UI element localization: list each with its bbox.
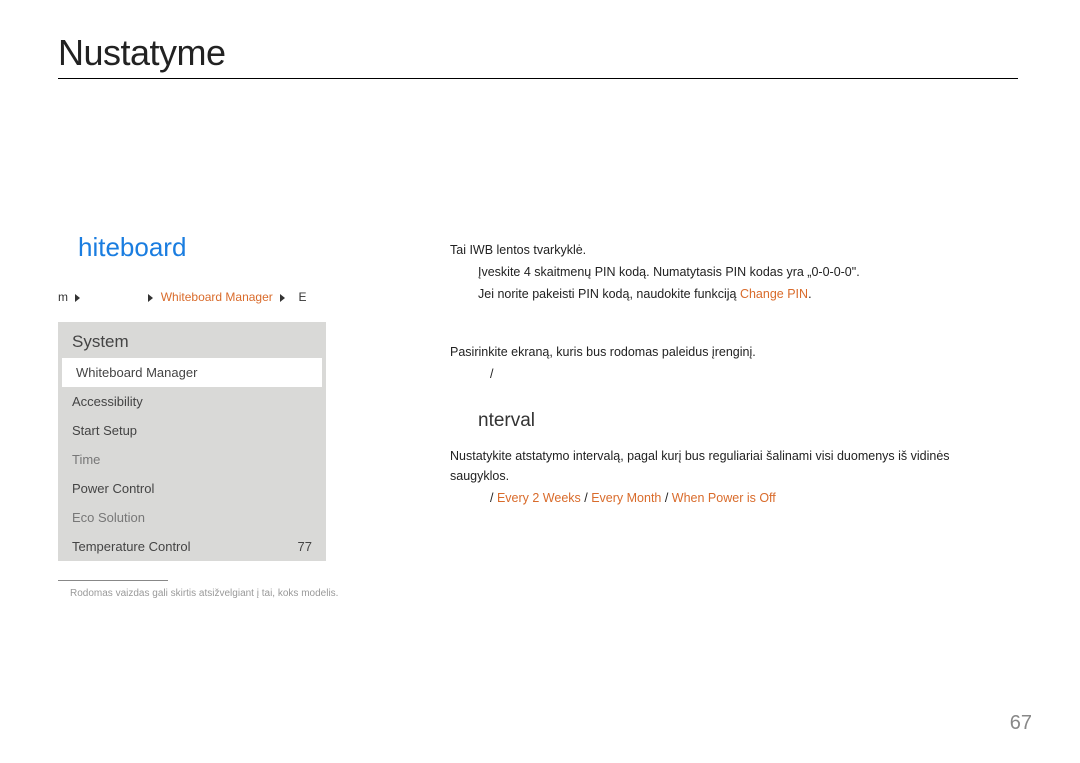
section-heading-whiteboard: hiteboard — [78, 232, 186, 263]
menu-item-label: Start Setup — [72, 423, 137, 438]
interval-desc: Nustatykite atstatymo intervalą, pagal k… — [450, 446, 1010, 486]
menu-item-label: Eco Solution — [72, 510, 145, 525]
menu-item-label: Accessibility — [72, 394, 143, 409]
menu-item-start-setup[interactable]: Start Setup — [58, 416, 326, 445]
page-number: 67 — [1010, 712, 1032, 735]
chevron-right-icon — [75, 294, 80, 302]
menu-item-label: Whiteboard Manager — [76, 365, 197, 380]
menu-item-label: Temperature Control — [72, 539, 191, 554]
desc-line-2a: Įveskite 4 skaitmenų PIN kodą. Numatytas… — [478, 262, 1010, 282]
breadcrumb-item: Whiteboard Manager — [161, 290, 273, 304]
chapter-heading: Nustatyme — [58, 32, 1018, 79]
desc-line-1: Tai IWB lentos tvarkyklė. — [450, 240, 1010, 260]
menu-item-eco-solution[interactable]: Eco Solution — [58, 503, 326, 532]
menu-item-label: Time — [72, 452, 100, 467]
menu-item-value: 77 — [298, 539, 312, 554]
footnote-text: Rodomas vaizdas gali skirtis atsižvelgia… — [70, 588, 338, 599]
start-screen-desc: Pasirinkite ekraną, kuris bus rodomas pa… — [450, 342, 1010, 362]
sub-heading-interval: nterval — [478, 406, 1010, 436]
interval-options: / Every 2 Weeks / Every Month / When Pow… — [490, 488, 1010, 508]
footnote-rule — [58, 580, 168, 581]
menu-icon: m — [58, 290, 68, 304]
enter-icon: E — [298, 290, 306, 304]
breadcrumb: m Whiteboard Manager E — [58, 290, 306, 304]
change-pin-label: Change PIN — [740, 287, 808, 301]
menu-item-time[interactable]: Time — [58, 445, 326, 474]
system-menu-panel: System Whiteboard Manager Accessibility St… — [58, 322, 326, 561]
start-screen-options: / — [490, 364, 1010, 384]
menu-title: System — [58, 322, 326, 358]
menu-item-whiteboard-manager[interactable]: Whiteboard Manager — [62, 358, 322, 387]
description-column: Tai IWB lentos tvarkyklė. Įveskite 4 ska… — [450, 240, 1010, 510]
chevron-right-icon — [148, 294, 153, 302]
chevron-right-icon — [280, 294, 285, 302]
desc-line-2b: Jei norite pakeisti PIN kodą, naudokite … — [478, 284, 1010, 304]
menu-item-accessibility[interactable]: Accessibility — [58, 387, 326, 416]
menu-item-power-control[interactable]: Power Control — [58, 474, 326, 503]
menu-item-label: Power Control — [72, 481, 154, 496]
menu-item-temperature-control[interactable]: Temperature Control 77 — [58, 532, 326, 561]
breadcrumb-spacer — [88, 290, 141, 304]
